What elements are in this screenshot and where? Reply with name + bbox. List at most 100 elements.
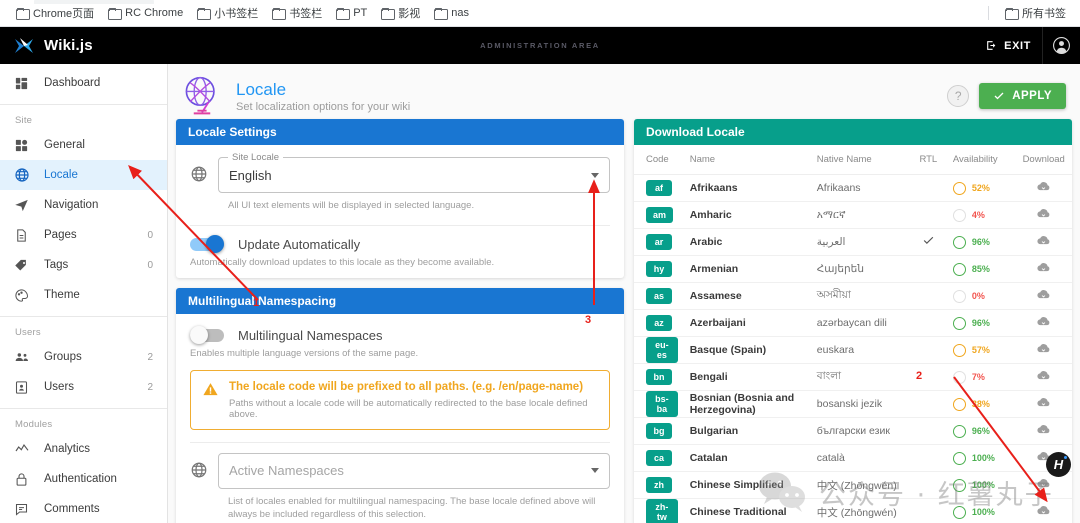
- cell-rtl: [909, 471, 947, 499]
- multilingual-body: Multilingual Namespaces Enables multiple…: [176, 314, 624, 523]
- cell-name: Basque (Spain): [683, 336, 811, 364]
- table-row[interactable]: am Amharic አማርኛ 4%: [634, 201, 1072, 229]
- bookmark-label: 影视: [398, 8, 421, 20]
- availability-percent: 100%: [971, 507, 995, 517]
- account-button[interactable]: [1042, 27, 1080, 64]
- table-row[interactable]: bn Bengali বাংলা 7%: [634, 363, 1072, 391]
- table-row[interactable]: zh Chinese Simplified 中文 (Zhōngwén) 100%: [634, 471, 1072, 499]
- table-row[interactable]: as Assamese অসমীয়া 0%: [634, 282, 1072, 310]
- download-button[interactable]: [1036, 263, 1051, 278]
- cell-availability: 52%: [946, 174, 1016, 202]
- sidebar-item-locale[interactable]: Locale: [0, 160, 167, 190]
- table-row[interactable]: zh-tw Chinese Traditional 中文 (Zhōngwén) 100…: [634, 498, 1072, 523]
- table-row[interactable]: af Afrikaans Afrikaans 52%: [634, 174, 1072, 202]
- main-content: Locale Set localization options for your…: [168, 64, 1080, 523]
- all-bookmarks-button[interactable]: 所有书签: [999, 2, 1072, 24]
- download-button[interactable]: [1036, 371, 1051, 386]
- active-namespaces-row: Active Namespaces: [190, 452, 610, 489]
- folder-icon: [434, 7, 449, 20]
- download-button[interactable]: [1036, 317, 1051, 332]
- sidebar-item-users[interactable]: Users 2: [0, 372, 167, 402]
- sidebar-item-theme[interactable]: Theme: [0, 280, 167, 310]
- bookmark-item[interactable]: PT: [330, 4, 373, 22]
- multilingual-namespacing-card: Multilingual Namespacing Multilingual Na…: [176, 287, 624, 523]
- locale-native-name: 中文 (Zhōngwén): [816, 506, 897, 519]
- bookmark-item[interactable]: 小书签栏: [191, 2, 264, 24]
- sidebar-item-groups[interactable]: Groups 2: [0, 342, 167, 372]
- download-button[interactable]: [1036, 506, 1051, 521]
- annotation-number-1: 1: [253, 297, 260, 309]
- cell-native-name: বাংলা: [810, 363, 910, 391]
- cell-native-name: euskara: [810, 336, 910, 364]
- brand[interactable]: Wiki.js: [0, 37, 93, 55]
- cell-download: [1015, 255, 1072, 283]
- sidebar-item-dashboard[interactable]: Dashboard: [0, 68, 167, 98]
- download-button[interactable]: [1036, 398, 1051, 413]
- sidebar-item-pages[interactable]: Pages 0: [0, 220, 167, 250]
- cell-name: Chinese Simplified: [683, 471, 811, 499]
- cell-code: bs-ba: [634, 390, 684, 418]
- sidebar-item-authentication[interactable]: Authentication: [0, 464, 167, 494]
- sidebar-category-users: Users: [15, 327, 41, 338]
- active-namespaces-select[interactable]: Active Namespaces: [218, 452, 610, 489]
- bookmark-item[interactable]: nas: [428, 4, 475, 22]
- locale-native-name: Հայերեն: [816, 263, 864, 275]
- locale-code-chip: eu-es: [646, 337, 678, 363]
- floating-action-button[interactable]: H: [1046, 452, 1071, 477]
- table-row[interactable]: ar Arabic العربية 96%: [634, 228, 1072, 256]
- bookmark-item[interactable]: 影视: [375, 2, 426, 24]
- cell-name: Arabic: [683, 228, 811, 256]
- update-automatically-toggle[interactable]: [190, 235, 224, 254]
- site-locale-legend: Site Locale: [228, 152, 284, 163]
- bookmark-item[interactable]: RC Chrome: [102, 4, 189, 22]
- sidebar-item-tags[interactable]: Tags 0: [0, 250, 167, 280]
- help-button[interactable]: ?: [947, 85, 970, 107]
- cloud-download-icon: [1037, 209, 1050, 218]
- cell-download: [1015, 228, 1072, 256]
- download-button[interactable]: [1036, 209, 1051, 224]
- cloud-download-icon: [1037, 371, 1050, 380]
- site-locale-select[interactable]: Site Locale English: [218, 152, 610, 193]
- administration-area-label: ADMINISTRATION AREA: [480, 41, 600, 50]
- sidebar-item-comments[interactable]: Comments: [0, 494, 167, 523]
- download-button[interactable]: [1036, 182, 1051, 197]
- active-namespaces-placeholder: Active Namespaces: [229, 463, 344, 479]
- cell-download: [1015, 498, 1072, 523]
- cell-availability: 85%: [946, 255, 1016, 283]
- table-row[interactable]: az Azerbaijani azərbaycan dili 96%: [634, 309, 1072, 337]
- cell-name: Bosnian (Bosnia and Herzegovina): [683, 390, 811, 418]
- divider: [190, 224, 610, 226]
- sidebar-item-navigation[interactable]: Navigation: [0, 190, 167, 220]
- sidebar-item-label: General: [44, 139, 85, 151]
- table-row[interactable]: bs-ba Bosnian (Bosnia and Herzegovina) bos…: [634, 390, 1072, 418]
- download-button[interactable]: [1036, 236, 1051, 251]
- table-row[interactable]: ca Catalan català 100%: [634, 444, 1072, 472]
- table-row[interactable]: bg Bulgarian български език 96%: [634, 417, 1072, 445]
- multilingual-namespaces-toggle[interactable]: [190, 326, 224, 345]
- comments-icon: [13, 501, 30, 518]
- download-button[interactable]: [1036, 425, 1051, 440]
- sidebar-item-general[interactable]: General: [0, 130, 167, 160]
- sidebar-item-label: Pages: [44, 229, 77, 241]
- availability-percent: 96%: [971, 318, 990, 328]
- navigation-icon: [13, 197, 30, 214]
- exit-button[interactable]: EXIT: [974, 27, 1042, 64]
- divider: [0, 408, 167, 409]
- download-button[interactable]: [1036, 479, 1051, 494]
- cell-code: bg: [634, 417, 684, 445]
- bookmark-item[interactable]: Chrome页面: [10, 2, 100, 24]
- sidebar-item-analytics[interactable]: Analytics: [0, 434, 167, 464]
- apply-button[interactable]: APPLY: [979, 83, 1066, 109]
- locale-native-name: 中文 (Zhōngwén): [816, 479, 897, 492]
- bookmark-item[interactable]: 书签栏: [266, 2, 328, 24]
- globe-icon: [13, 167, 30, 184]
- table-row[interactable]: hy Armenian Հայերեն 85%: [634, 255, 1072, 283]
- locale-code-chip: bn: [646, 369, 672, 385]
- all-bookmarks-label: 所有书签: [1022, 8, 1066, 20]
- table-row[interactable]: eu-es Basque (Spain) euskara 57%: [634, 336, 1072, 364]
- download-button[interactable]: [1036, 290, 1051, 305]
- availability-percent: 100%: [971, 480, 995, 490]
- availability-ring: [952, 208, 966, 222]
- download-button[interactable]: [1036, 344, 1051, 359]
- bookmark-label: RC Chrome: [125, 7, 184, 19]
